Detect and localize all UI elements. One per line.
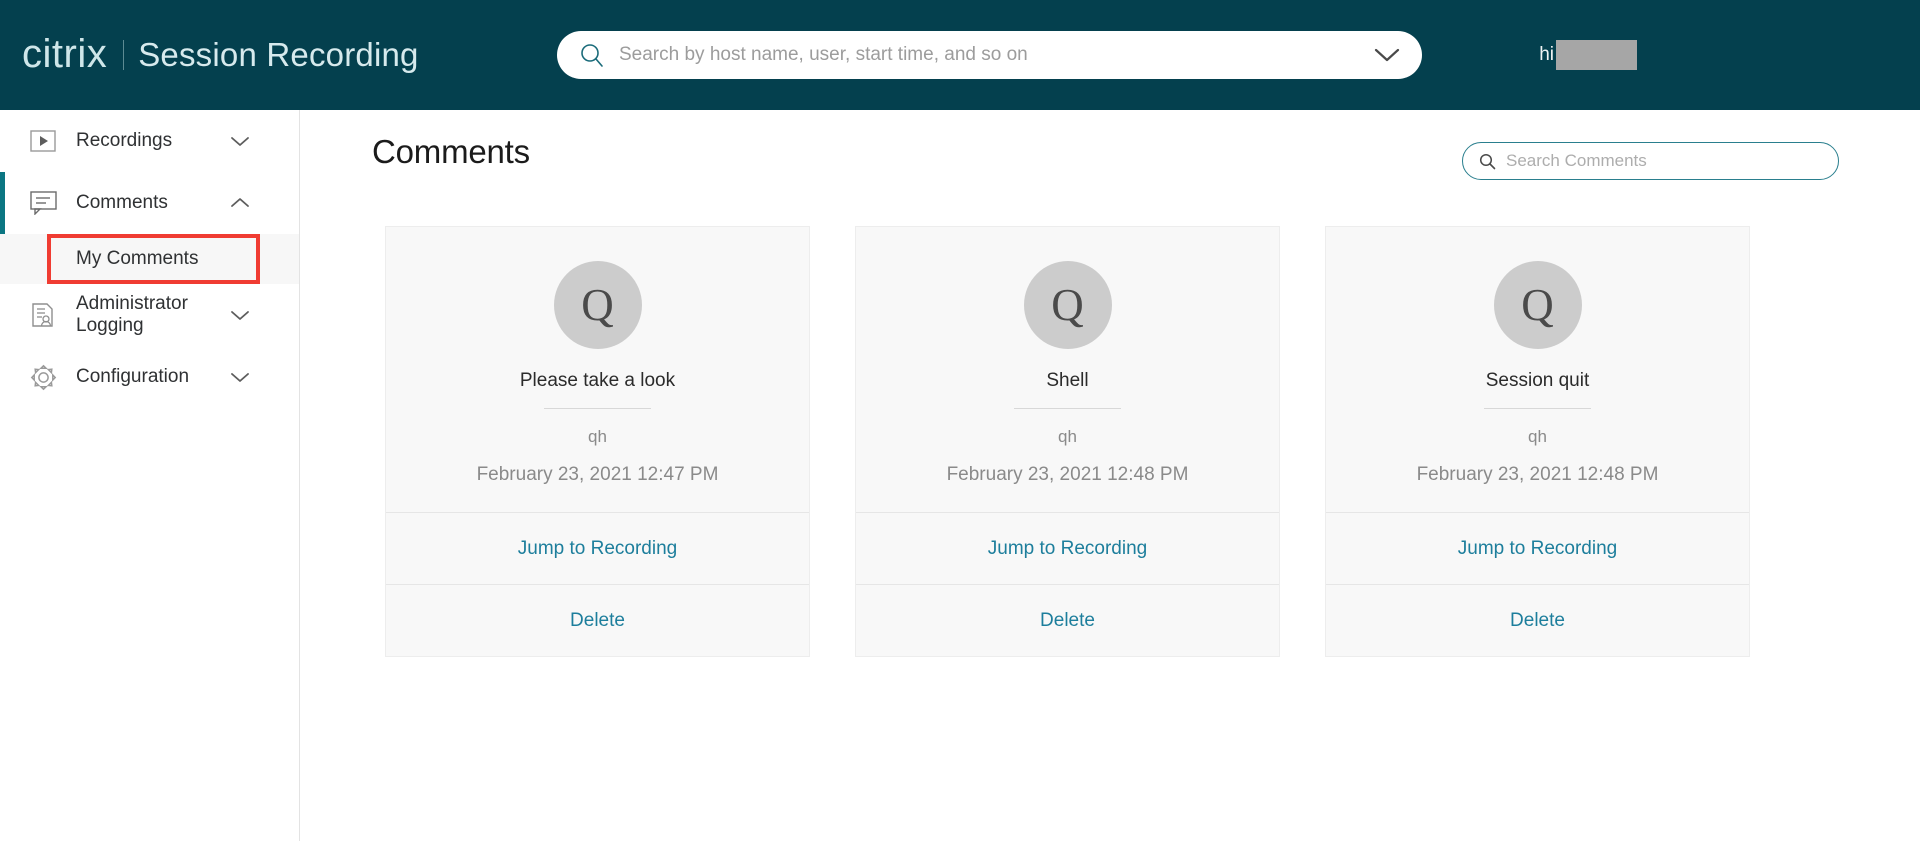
sidebar-item-my-comments[interactable]: My Comments xyxy=(0,234,299,284)
comment-card: Q Session quit qh February 23, 2021 12:4… xyxy=(1325,226,1750,657)
sidebar-item-recordings[interactable]: Recordings xyxy=(0,110,299,172)
comment-card-grid: Q Please take a look qh February 23, 202… xyxy=(385,226,1750,657)
brand: citrix Session Recording xyxy=(22,0,419,110)
divider xyxy=(1484,408,1591,409)
user-name-redacted xyxy=(1556,40,1637,70)
comment-title: Please take a look xyxy=(519,370,676,391)
product-title: Session Recording xyxy=(138,36,419,73)
comments-search-input[interactable] xyxy=(1506,151,1822,171)
sidebar-item-label: Recordings xyxy=(76,130,173,151)
comment-card-body: Q Shell qh February 23, 2021 12:48 PM xyxy=(856,227,1279,512)
sidebar-subitem-label: My Comments xyxy=(76,248,199,269)
sidebar-item-comments[interactable]: Comments xyxy=(0,172,299,234)
chevron-down-icon[interactable] xyxy=(1370,44,1404,66)
gear-icon xyxy=(28,362,58,392)
avatar: Q xyxy=(1023,261,1112,349)
brand-separator xyxy=(123,40,125,70)
chevron-down-icon[interactable] xyxy=(227,307,253,323)
page-header: Comments xyxy=(301,110,1920,206)
search-icon xyxy=(1479,153,1496,170)
chevron-up-icon[interactable] xyxy=(227,195,253,211)
play-recording-icon xyxy=(28,126,58,156)
global-search-input[interactable] xyxy=(619,44,1360,66)
sidebar: Recordings Comments My Comments Administ… xyxy=(0,110,300,841)
divider xyxy=(544,408,651,409)
comment-date: February 23, 2021 12:48 PM xyxy=(946,464,1189,485)
comment-card: Q Shell qh February 23, 2021 12:48 PM Ju… xyxy=(855,226,1280,657)
sidebar-item-label: Administrator Logging xyxy=(76,293,188,336)
jump-to-recording-button[interactable]: Jump to Recording xyxy=(856,512,1279,584)
main-content: Comments Q Please take a look qh Februar… xyxy=(301,110,1920,841)
comment-author: qh xyxy=(588,427,607,446)
delete-button[interactable]: Delete xyxy=(386,584,809,656)
comment-author: qh xyxy=(1058,427,1077,446)
admin-log-icon xyxy=(28,300,58,330)
user-area[interactable]: hi xyxy=(1539,40,1637,70)
sidebar-item-label: Configuration xyxy=(76,366,190,387)
sidebar-item-configuration[interactable]: Configuration xyxy=(0,346,299,408)
comment-bubble-icon xyxy=(28,188,58,218)
app-header: citrix Session Recording hi xyxy=(0,0,1920,110)
comment-card-body: Q Session quit qh February 23, 2021 12:4… xyxy=(1326,227,1749,512)
sidebar-item-administrator-logging[interactable]: Administrator Logging xyxy=(0,284,299,346)
chevron-down-icon[interactable] xyxy=(227,369,253,385)
comments-search-field[interactable] xyxy=(1462,142,1839,180)
divider xyxy=(1014,408,1121,409)
chevron-down-icon[interactable] xyxy=(227,133,253,149)
comment-card-body: Q Please take a look qh February 23, 202… xyxy=(386,227,809,512)
comment-title: Session quit xyxy=(1485,370,1590,391)
search-icon xyxy=(579,42,605,68)
delete-button[interactable]: Delete xyxy=(1326,584,1749,656)
comment-card: Q Please take a look qh February 23, 202… xyxy=(385,226,810,657)
citrix-logo: citrix xyxy=(22,31,108,76)
user-greeting: hi xyxy=(1539,44,1554,65)
delete-button[interactable]: Delete xyxy=(856,584,1279,656)
jump-to-recording-button[interactable]: Jump to Recording xyxy=(1326,512,1749,584)
comment-author: qh xyxy=(1528,427,1547,446)
comment-date: February 23, 2021 12:48 PM xyxy=(1416,464,1659,485)
comment-title: Shell xyxy=(1046,370,1089,391)
jump-to-recording-button[interactable]: Jump to Recording xyxy=(386,512,809,584)
global-search-bar[interactable] xyxy=(557,31,1422,79)
avatar: Q xyxy=(1493,261,1582,349)
comment-date: February 23, 2021 12:47 PM xyxy=(476,464,719,485)
page-title: Comments xyxy=(372,133,530,170)
avatar: Q xyxy=(553,261,642,349)
sidebar-item-label: Comments xyxy=(76,192,168,213)
